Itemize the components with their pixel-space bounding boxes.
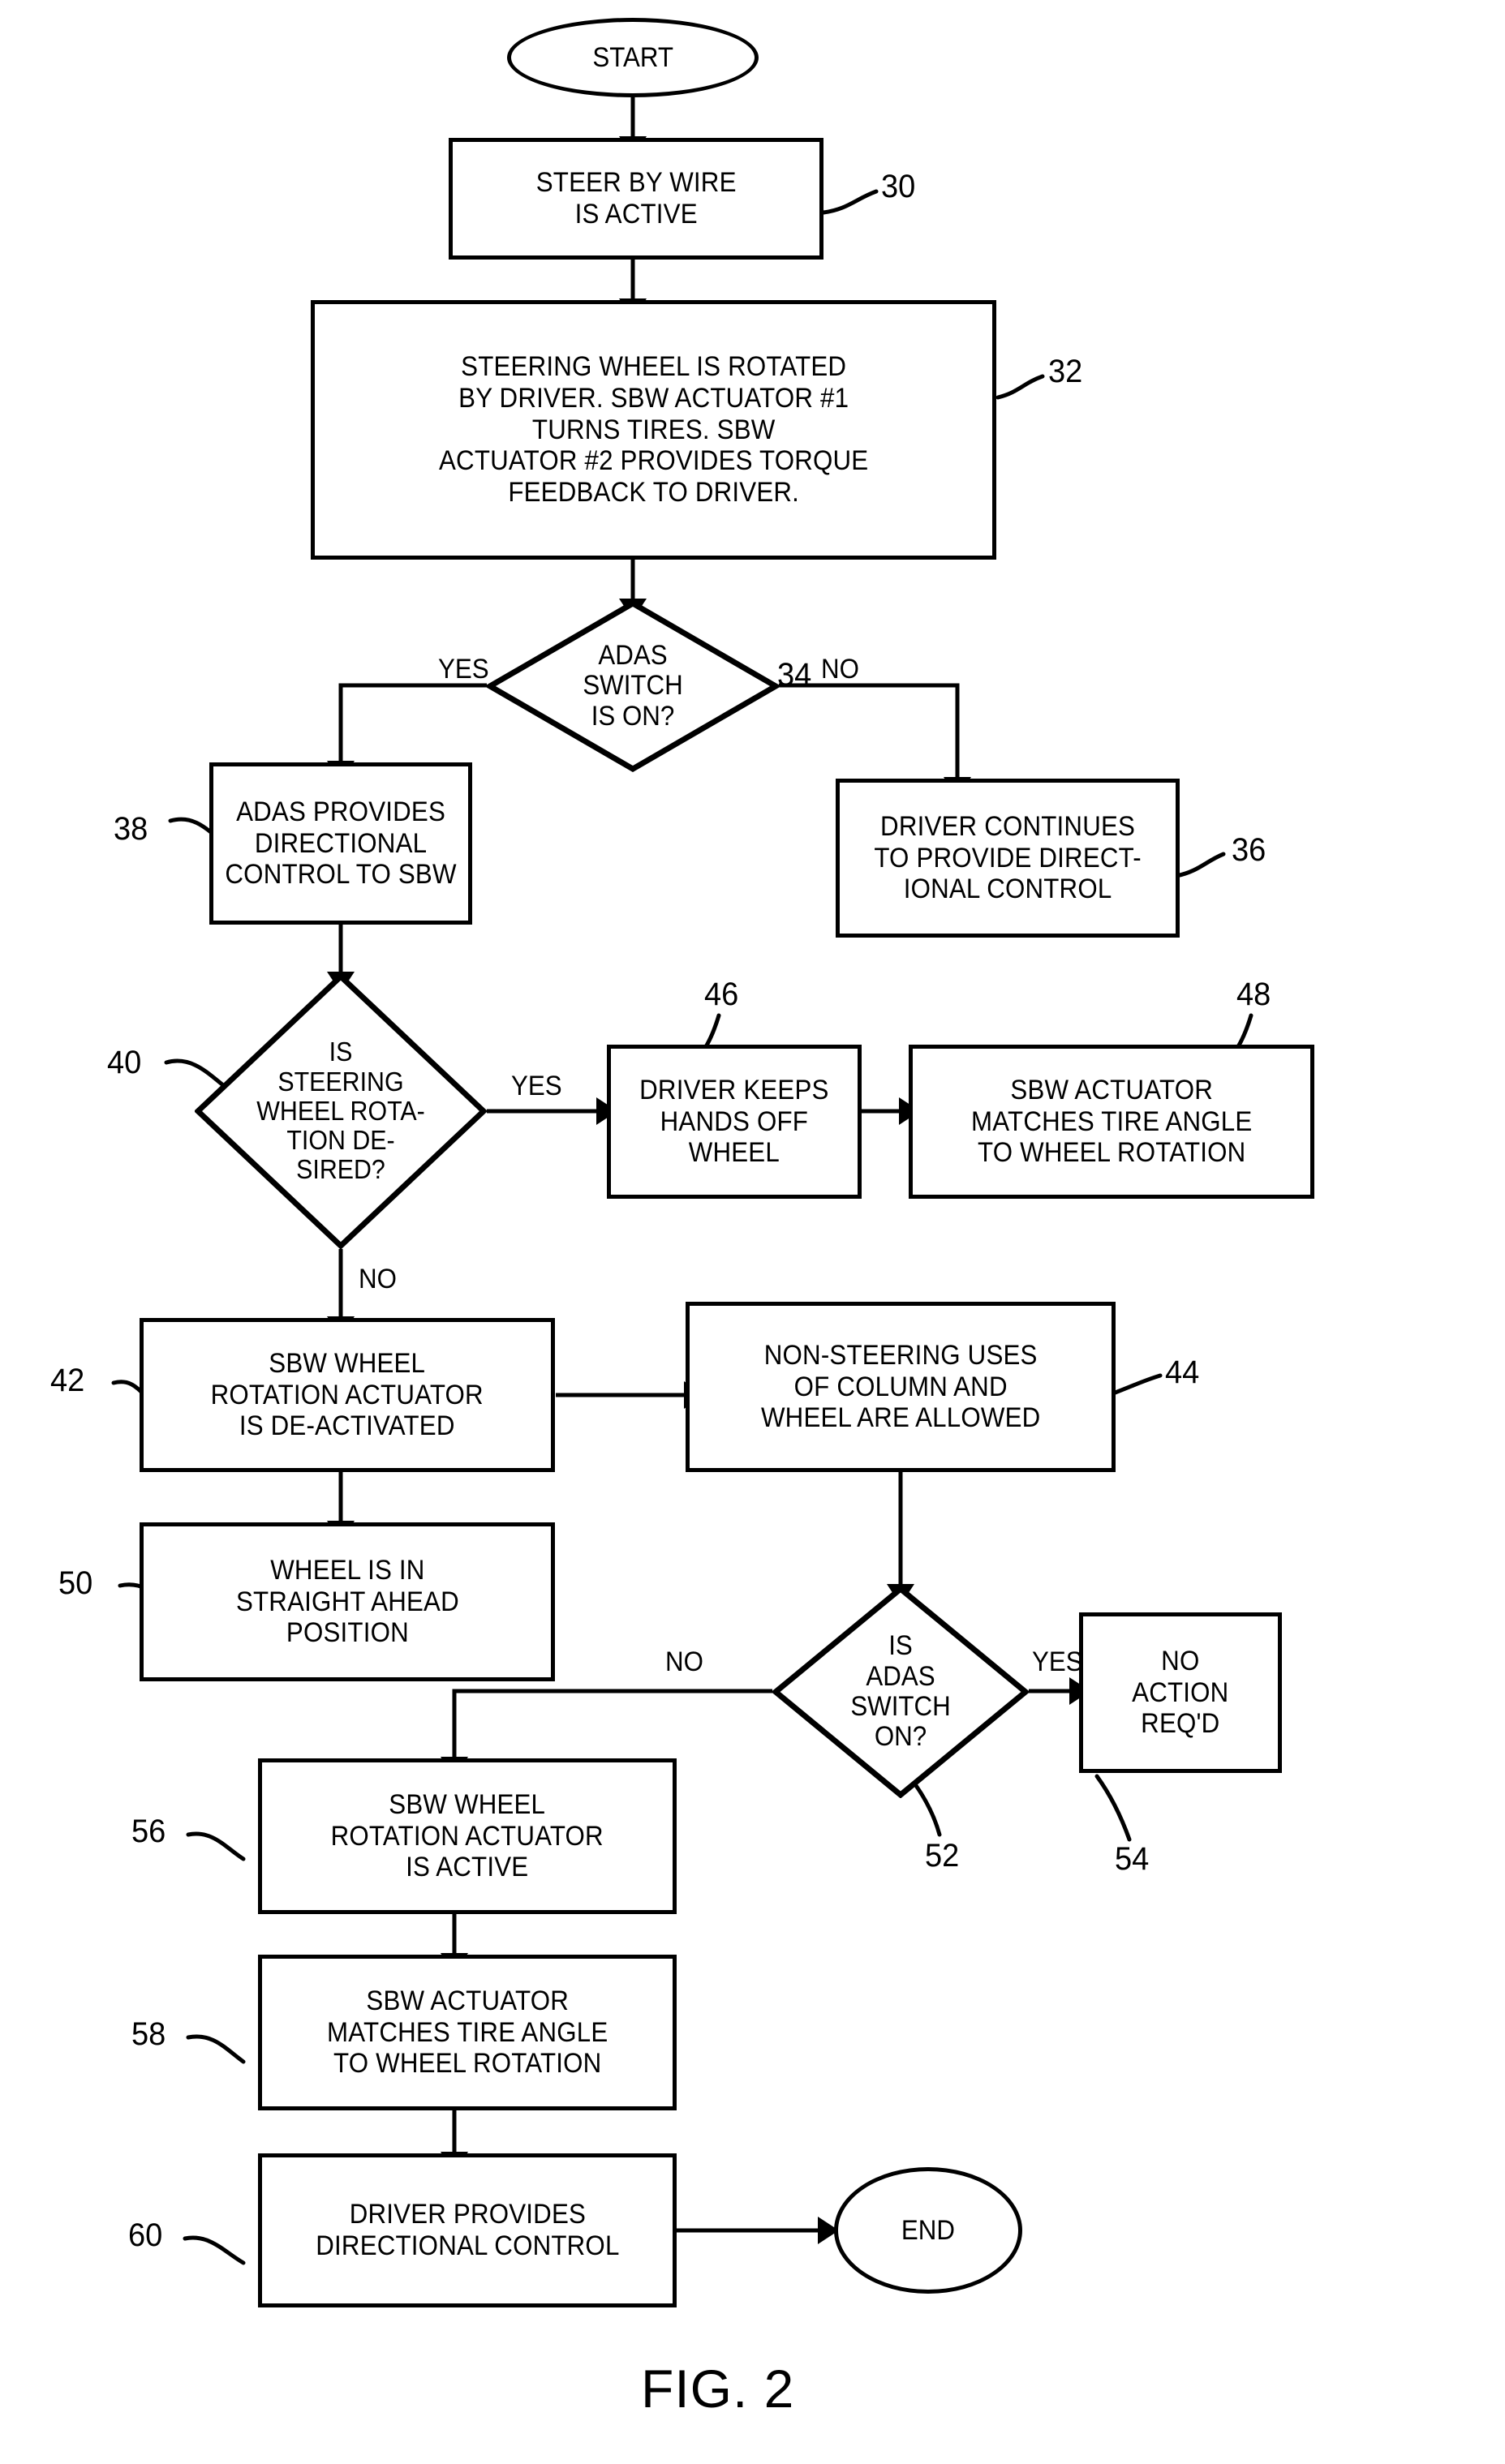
reference-numeral-50: 50 — [58, 1565, 93, 1601]
edge-label-40-no: NO — [359, 1264, 397, 1294]
edge-label-52-yes: YES — [1032, 1646, 1083, 1677]
process-box-50-text: WHEEL IS IN STRAIGHT AHEAD POSITION — [235, 1554, 459, 1649]
process-box-60-text: DRIVER PROVIDES DIRECTIONAL CONTROL — [315, 2199, 620, 2261]
reference-numeral-42: 42 — [50, 1363, 85, 1398]
terminator-end-label: END — [901, 2214, 956, 2246]
process-box-58: SBW ACTUATOR MATCHES TIRE ANGLE TO WHEEL… — [258, 1955, 677, 2110]
reference-numeral-56: 56 — [131, 1814, 166, 1849]
edge-label-52-no: NO — [665, 1646, 703, 1677]
process-box-36-text: DRIVER CONTINUES TO PROVIDE DIRECT- IONA… — [874, 810, 1142, 905]
process-box-30: STEER BY WIRE IS ACTIVE — [449, 138, 823, 260]
process-box-42: SBW WHEEL ROTATION ACTUATOR IS DE-ACTIVA… — [140, 1318, 555, 1472]
figure-canvas: START END STEER BY WIRE IS ACTIVE STEERI… — [0, 0, 1505, 2464]
terminator-start: START — [507, 18, 759, 97]
reference-numeral-60: 60 — [128, 2217, 163, 2253]
process-box-32-text: STEERING WHEEL IS ROTATED BY DRIVER. SBW… — [438, 351, 869, 509]
process-box-48-text: SBW ACTUATOR MATCHES TIRE ANGLE TO WHEEL… — [970, 1074, 1253, 1169]
process-box-58-text: SBW ACTUATOR MATCHES TIRE ANGLE TO WHEEL… — [326, 1985, 608, 2080]
reference-numeral-34: 34 — [777, 657, 812, 693]
decision-diamond-40: IS STEERING WHEEL ROTA- TION DE- SIRED? — [195, 973, 487, 1249]
process-box-56-text: SBW WHEEL ROTATION ACTUATOR IS ACTIVE — [330, 1788, 604, 1883]
process-box-56: SBW WHEEL ROTATION ACTUATOR IS ACTIVE — [258, 1758, 677, 1914]
process-box-50: WHEEL IS IN STRAIGHT AHEAD POSITION — [140, 1522, 555, 1681]
process-box-46-text: DRIVER KEEPS HANDS OFF WHEEL — [639, 1074, 829, 1169]
reference-numeral-32: 32 — [1048, 354, 1083, 389]
process-box-38: ADAS PROVIDES DIRECTIONAL CONTROL TO SBW — [209, 762, 472, 925]
reference-numeral-58: 58 — [131, 2016, 166, 2052]
reference-numeral-30: 30 — [881, 169, 916, 204]
decision-diamond-34: ADAS SWITCH IS ON? — [487, 600, 779, 772]
reference-numeral-38: 38 — [114, 811, 148, 847]
reference-numeral-36: 36 — [1232, 832, 1266, 868]
terminator-end: END — [834, 2167, 1022, 2294]
process-box-54-text: NO ACTION REQ'D — [1132, 1645, 1229, 1740]
process-box-48: SBW ACTUATOR MATCHES TIRE ANGLE TO WHEEL… — [909, 1045, 1314, 1199]
edge-label-34-yes: YES — [438, 654, 489, 685]
reference-numeral-48: 48 — [1236, 977, 1271, 1012]
process-box-44: NON-STEERING USES OF COLUMN AND WHEEL AR… — [686, 1302, 1116, 1472]
reference-numeral-54: 54 — [1115, 1841, 1150, 1877]
terminator-start-label: START — [592, 41, 673, 73]
process-box-44-text: NON-STEERING USES OF COLUMN AND WHEEL AR… — [760, 1339, 1041, 1434]
process-box-46: DRIVER KEEPS HANDS OFF WHEEL — [607, 1045, 862, 1199]
decision-diamond-52: IS ADAS SWITCH ON? — [772, 1586, 1029, 1798]
reference-numeral-40: 40 — [107, 1045, 142, 1080]
process-box-38-text: ADAS PROVIDES DIRECTIONAL CONTROL TO SBW — [225, 796, 457, 891]
edge-label-40-yes: YES — [511, 1071, 562, 1101]
process-box-36: DRIVER CONTINUES TO PROVIDE DIRECT- IONA… — [836, 779, 1180, 938]
process-box-54: NO ACTION REQ'D — [1079, 1612, 1282, 1773]
edge-label-34-no: NO — [821, 654, 859, 685]
process-box-32: STEERING WHEEL IS ROTATED BY DRIVER. SBW… — [311, 300, 996, 560]
reference-numeral-46: 46 — [704, 977, 739, 1012]
process-box-42-text: SBW WHEEL ROTATION ACTUATOR IS DE-ACTIVA… — [210, 1347, 484, 1442]
reference-numeral-44: 44 — [1165, 1354, 1200, 1390]
process-box-30-text: STEER BY WIRE IS ACTIVE — [535, 167, 737, 230]
process-box-60: DRIVER PROVIDES DIRECTIONAL CONTROL — [258, 2153, 677, 2307]
figure-caption: FIG. 2 — [641, 2359, 795, 2419]
reference-numeral-52: 52 — [925, 1838, 960, 1874]
